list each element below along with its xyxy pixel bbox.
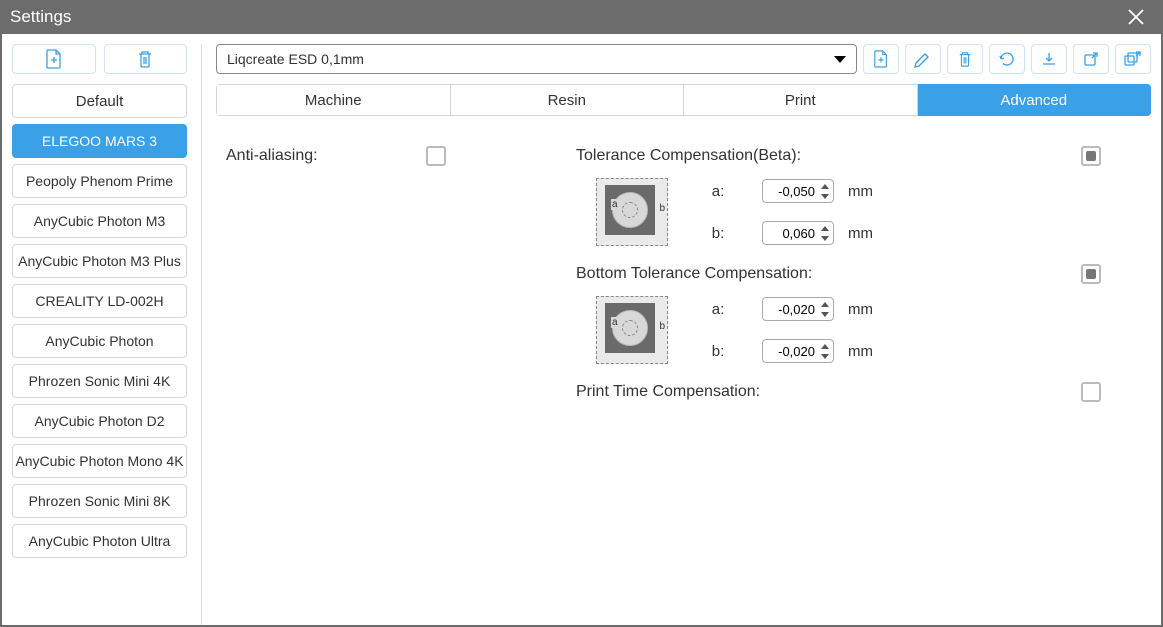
print-time-comp-checkbox[interactable] [1081,382,1101,402]
printer-item-0[interactable]: ELEGOO MARS 3 [12,124,187,158]
unit-label: mm [848,183,873,200]
export-all-button[interactable] [1115,44,1151,74]
bottom-tolerance-b-label: b: [688,343,748,360]
new-profile-button[interactable] [863,44,899,74]
tolerance-a-down[interactable] [818,191,832,201]
refresh-icon [998,50,1016,68]
bottom-tol-a-down[interactable] [818,309,832,319]
tolerance-comp-label: Tolerance Compensation(Beta): [576,147,801,165]
trash-icon [957,50,973,68]
window-title: Settings [10,7,1119,27]
printer-item-5[interactable]: AnyCubic Photon [12,324,187,358]
unit-label: mm [848,225,873,242]
tab-machine[interactable]: Machine [216,84,451,116]
add-printer-button[interactable] [12,44,96,74]
printer-item-3[interactable]: AnyCubic Photon M3 Plus [12,244,187,278]
refresh-button[interactable] [989,44,1025,74]
bottom-tolerance-comp-label: Bottom Tolerance Compensation: [576,265,812,283]
vertical-divider [201,44,202,625]
unit-label: mm [848,343,873,360]
tab-advanced[interactable]: Advanced [918,84,1152,116]
sidebar: Default ELEGOO MARS 3 Peopoly Phenom Pri… [12,44,187,625]
close-icon [1127,8,1145,26]
bottom-tol-a-up[interactable] [818,299,832,309]
tolerance-diagram: ab [596,178,668,246]
bottom-tol-b-up[interactable] [818,341,832,351]
printer-item-6[interactable]: Phrozen Sonic Mini 4K [12,364,187,398]
delete-printer-button[interactable] [104,44,188,74]
printer-item-1[interactable]: Peopoly Phenom Prime [12,164,187,198]
trash-icon [136,49,154,69]
chevron-down-icon [834,56,846,63]
import-button[interactable] [1031,44,1067,74]
titlebar: Settings [0,0,1163,34]
tolerance-b-down[interactable] [818,233,832,243]
tab-resin[interactable]: Resin [451,84,685,116]
profile-select[interactable]: Liqcreate ESD 0,1mm [216,44,857,74]
tolerance-b-label: b: [688,225,748,242]
edit-profile-button[interactable] [905,44,941,74]
export-icon [1082,50,1100,68]
bottom-tolerance-comp-checkbox[interactable] [1081,264,1101,284]
export-button[interactable] [1073,44,1109,74]
bottom-tolerance-diagram: ab [596,296,668,364]
printer-item-2[interactable]: AnyCubic Photon M3 [12,204,187,238]
export-all-icon [1123,50,1143,68]
bottom-tolerance-a-label: a: [688,301,748,318]
file-plus-icon [45,49,63,69]
anti-aliasing-checkbox[interactable] [426,146,446,166]
tolerance-a-up[interactable] [818,181,832,191]
tolerance-b-up[interactable] [818,223,832,233]
default-button[interactable]: Default [12,84,187,118]
pencil-icon [914,50,932,68]
import-icon [1040,50,1058,68]
printer-item-10[interactable]: AnyCubic Photon Ultra [12,524,187,558]
printer-item-4[interactable]: CREALITY LD-002H [12,284,187,318]
anti-aliasing-label: Anti-aliasing: [226,147,318,165]
bottom-tol-b-down[interactable] [818,351,832,361]
file-plus-icon [873,50,889,68]
tab-print[interactable]: Print [684,84,918,116]
unit-label: mm [848,301,873,318]
close-button[interactable] [1119,0,1153,34]
tolerance-a-label: a: [688,183,748,200]
printer-item-8[interactable]: AnyCubic Photon Mono 4K [12,444,187,478]
printer-item-7[interactable]: AnyCubic Photon D2 [12,404,187,438]
delete-profile-button[interactable] [947,44,983,74]
printer-item-9[interactable]: Phrozen Sonic Mini 8K [12,484,187,518]
print-time-comp-label: Print Time Compensation: [576,383,760,401]
tolerance-comp-checkbox[interactable] [1081,146,1101,166]
tabs: Machine Resin Print Advanced [216,84,1151,116]
profile-selected-label: Liqcreate ESD 0,1mm [227,51,364,67]
